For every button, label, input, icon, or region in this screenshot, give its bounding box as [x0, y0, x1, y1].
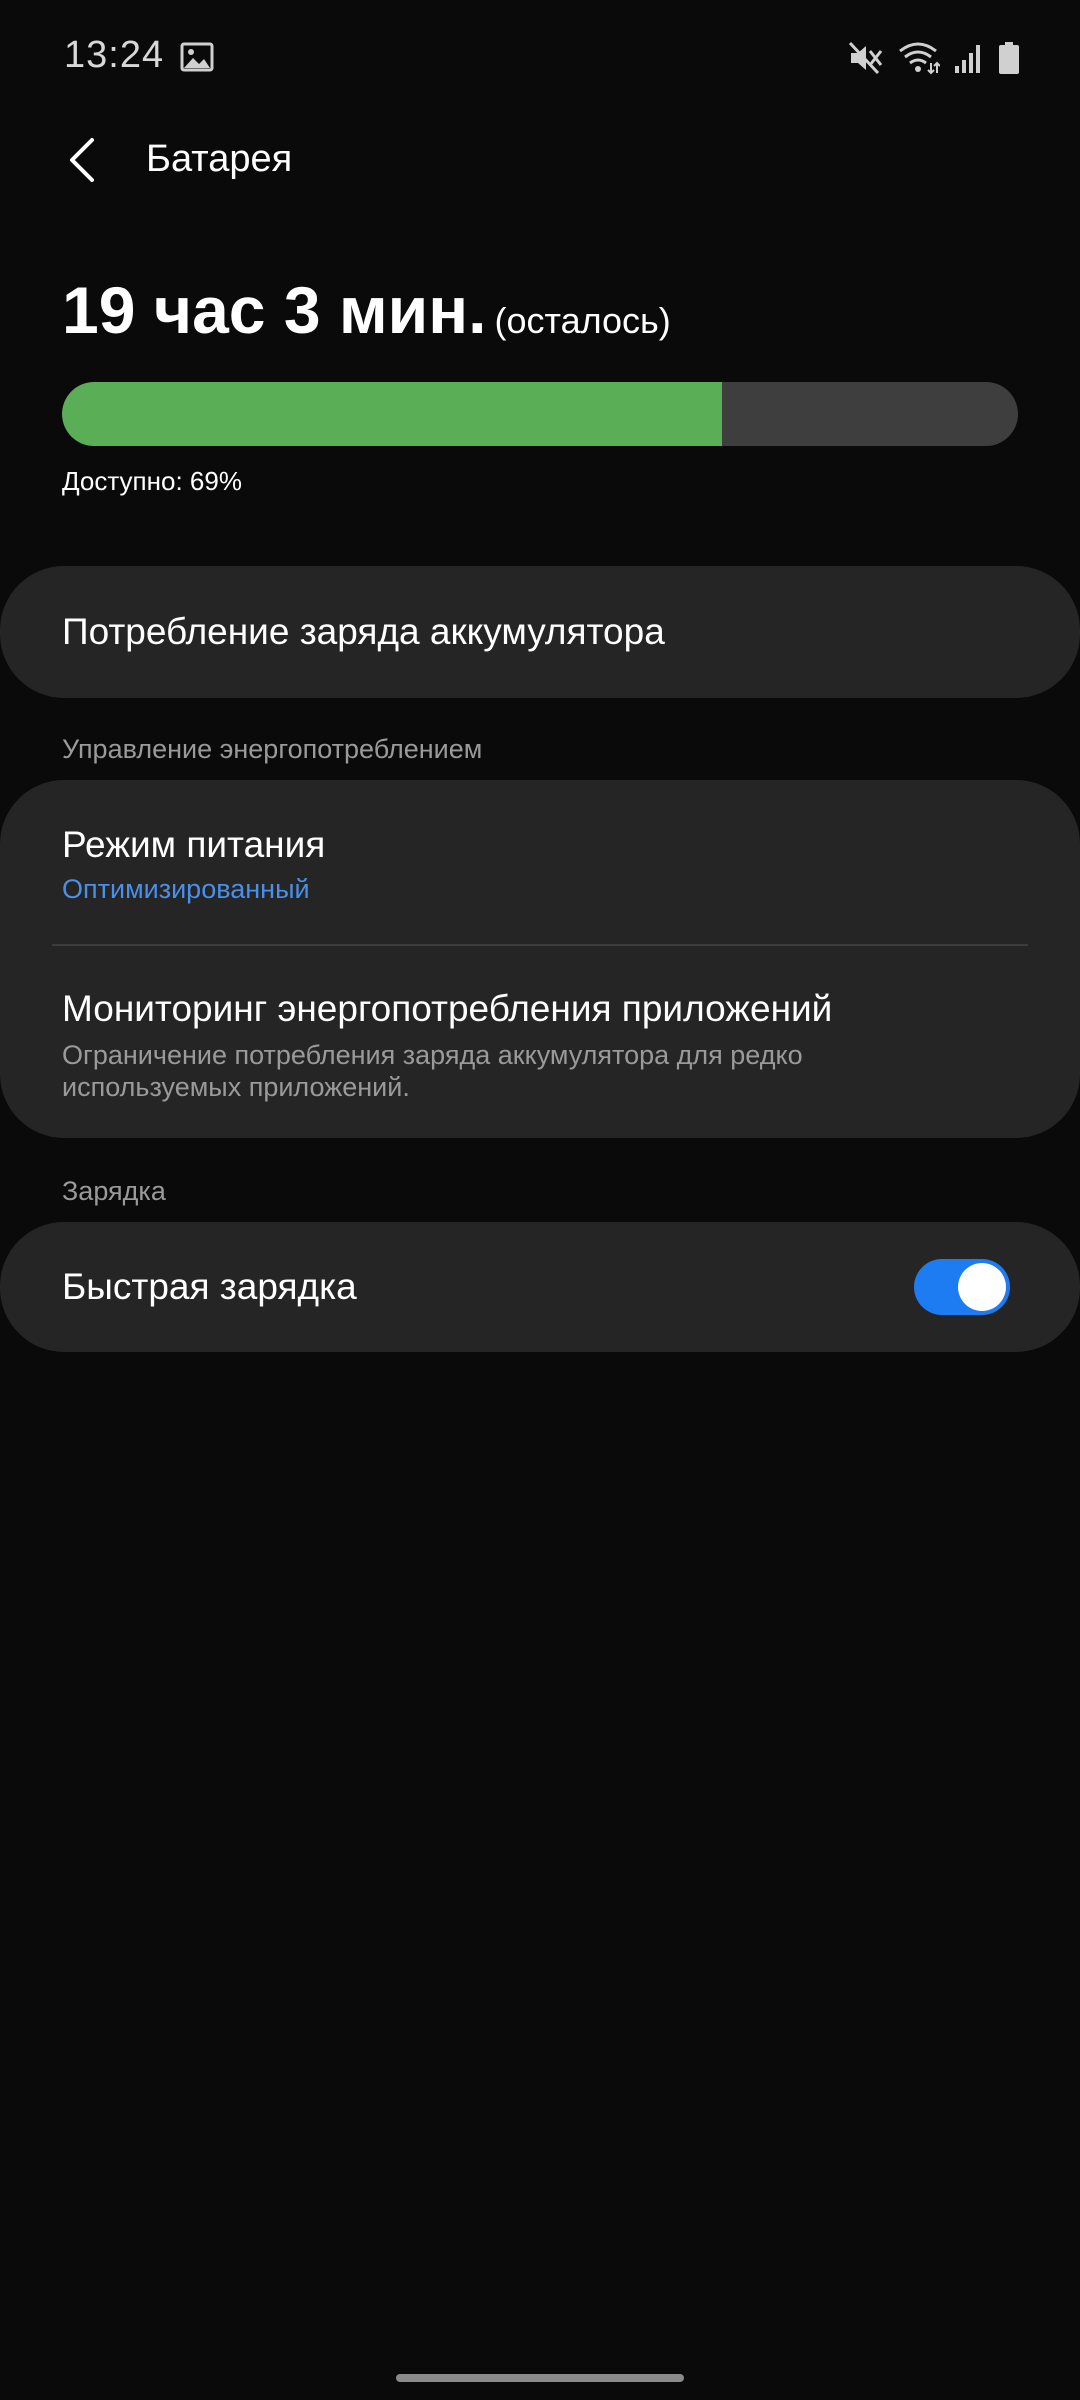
remaining-suffix: (осталось): [494, 300, 671, 341]
app-power-monitor-item[interactable]: Мониторинг энергопотребления приложений …: [0, 946, 1080, 1138]
app-power-monitor-desc-line2: используемых приложений.: [62, 1072, 410, 1102]
fast-charging-item[interactable]: Быстрая зарядка: [0, 1222, 1080, 1352]
power-mode-item[interactable]: Режим питания Оптимизированный: [0, 780, 1080, 944]
power-mode-value: Оптимизированный: [62, 874, 310, 904]
power-mode-title: Режим питания: [62, 824, 326, 865]
charging-header: Зарядка: [62, 1176, 166, 1206]
status-time: 13:24: [64, 34, 165, 76]
power-management-card: Режим питания Оптимизированный Мониторин…: [0, 780, 1080, 1138]
battery-usage-item[interactable]: Потребление заряда аккумулятора: [0, 566, 1080, 698]
app-power-monitor-desc-line1: Ограничение потребления заряда аккумулят…: [62, 1040, 803, 1070]
status-icons: [848, 40, 1020, 76]
available-percent: Доступно: 69%: [62, 466, 242, 496]
fast-charging-toggle[interactable]: [914, 1259, 1010, 1315]
remaining-time-display: 19 час 3 мин. (осталось): [62, 272, 671, 348]
home-indicator[interactable]: [396, 2374, 684, 2382]
app-power-monitor-title: Мониторинг энергопотребления приложений: [62, 988, 833, 1029]
status-bar: 13:24: [0, 0, 1080, 115]
back-button[interactable]: [56, 132, 112, 188]
wifi-icon: [898, 41, 940, 75]
gallery-icon: [180, 42, 214, 72]
battery-icon: [998, 41, 1020, 75]
battery-usage-label: Потребление заряда аккумулятора: [62, 611, 665, 652]
signal-icon: [954, 42, 984, 74]
battery-level-fill: [62, 382, 722, 446]
mute-icon: [848, 41, 884, 75]
toggle-knob: [958, 1263, 1006, 1311]
power-management-header: Управление энергопотреблением: [62, 734, 483, 764]
page-title: Батарея: [146, 138, 293, 180]
app-bar: Батарея: [0, 118, 1080, 202]
chevron-left-icon: [70, 138, 94, 182]
battery-level-bar: [62, 382, 1018, 446]
fast-charging-label: Быстрая зарядка: [62, 1266, 357, 1307]
remaining-time: 19 час 3 мин.: [62, 273, 487, 347]
